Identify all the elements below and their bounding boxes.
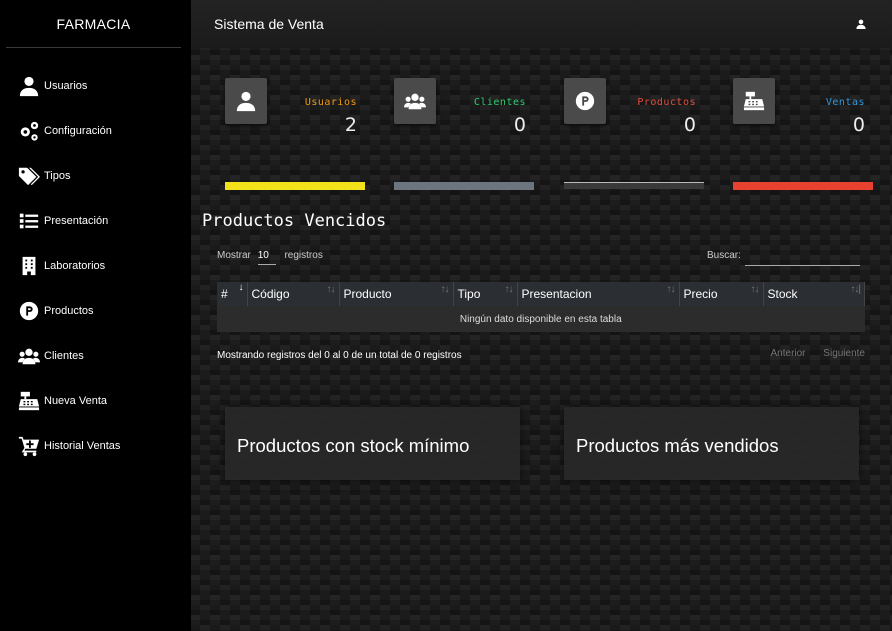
brand-logo[interactable]: FARMACIA <box>6 0 181 48</box>
length-label-pre: Mostrar <box>217 250 251 261</box>
sidebar-item-nueva-venta[interactable]: Nueva Venta <box>0 378 191 423</box>
table-length-control: Mostrar 10 registros <box>217 250 323 265</box>
table-info: Mostrando registros del 0 al 0 de un tot… <box>217 350 462 361</box>
card-productos[interactable]: Productos 0 <box>564 78 704 189</box>
sidebar-item-label: Laboratorios <box>44 259 106 272</box>
column-header-tipo[interactable]: Tipo ↑↓ <box>453 282 518 306</box>
user-icon <box>19 76 39 96</box>
building-icon <box>22 256 36 275</box>
sidebar-item-label: Tipos <box>44 169 71 182</box>
sidebar: FARMACIA Usuarios Configuración Tipos Pr… <box>0 0 191 631</box>
table-pagination: Anterior Siguiente <box>756 348 866 359</box>
sort-icon: ↑↓| <box>850 284 861 295</box>
card-icon-box <box>564 78 606 124</box>
sidebar-item-usuarios[interactable]: Usuarios <box>0 63 191 108</box>
tags-icon <box>18 167 40 185</box>
parking-icon <box>19 301 39 320</box>
sort-icon: ↑↓ <box>440 284 450 295</box>
sidebar-item-label: Configuración <box>44 124 112 137</box>
sidebar-item-clientes[interactable]: Clientes <box>0 333 191 378</box>
sidebar-item-laboratorios[interactable]: Laboratorios <box>0 243 191 288</box>
length-label-post: registros <box>284 250 323 261</box>
expired-products-table: # ↓ Código ↑↓ Producto ↑↓ Tipo ↑↓ Presentaci… <box>217 282 865 332</box>
sidebar-item-configuracion[interactable]: Configuración <box>0 108 191 153</box>
sort-icon: ↑↓ <box>326 284 336 295</box>
empty-table-message: Ningún dato disponible en esta tabla <box>217 306 865 332</box>
sidebar-item-presentacion[interactable]: Presentación <box>0 198 191 243</box>
sidebar-nav: Usuarios Configuración Tipos Presentació… <box>0 63 191 468</box>
sort-icon: ↑↓ <box>750 284 760 295</box>
sidebar-item-label: Usuarios <box>44 79 88 92</box>
card-title: Usuarios <box>304 97 357 108</box>
card-value: 0 <box>852 114 865 136</box>
parking-icon <box>575 91 595 111</box>
card-usuarios[interactable]: Usuarios 2 <box>225 78 365 190</box>
sidebar-item-label: Presentación <box>44 214 109 227</box>
column-header-number[interactable]: # ↓ <box>217 282 248 306</box>
header: Sistema de Venta <box>191 0 892 48</box>
sidebar-item-historial-ventas[interactable]: Historial Ventas <box>0 423 191 468</box>
card-bar <box>394 182 534 190</box>
card-title: Clientes <box>473 97 526 108</box>
sidebar-item-label: Clientes <box>44 349 84 362</box>
panel-title: Productos más vendidos <box>576 435 779 456</box>
sidebar-item-productos[interactable]: Productos <box>0 288 191 333</box>
card-bar <box>733 182 873 190</box>
table-search-control: Buscar: <box>707 250 860 266</box>
user-icon <box>236 91 256 112</box>
card-bar <box>564 182 704 189</box>
cart-plus-icon <box>18 436 40 456</box>
column-header-presentacion[interactable]: Presentacion ↑↓ <box>517 282 680 306</box>
table-header-row: # ↓ Código ↑↓ Producto ↑↓ Tipo ↑↓ Presentaci… <box>217 282 865 306</box>
card-clientes[interactable]: Clientes 0 <box>394 78 534 190</box>
column-header-codigo[interactable]: Código ↑↓ <box>247 282 340 306</box>
main-content: Usuarios 2 Clientes 0 Productos 0 Ventas… <box>191 48 892 631</box>
search-input[interactable] <box>744 250 860 266</box>
brand-text: FARMACIA <box>56 15 131 32</box>
users-icon <box>404 93 426 110</box>
card-value: 0 <box>513 114 526 136</box>
card-icon-box <box>394 78 436 124</box>
sidebar-item-label: Productos <box>44 304 94 317</box>
column-header-precio[interactable]: Precio ↑↓ <box>679 282 764 306</box>
panel-title: Productos con stock mínimo <box>237 435 470 456</box>
card-title: Ventas <box>825 97 865 108</box>
length-select[interactable]: 10 <box>257 250 276 265</box>
list-icon <box>19 213 39 228</box>
card-ventas[interactable]: Ventas 0 <box>733 78 873 190</box>
card-title: Productos <box>637 97 696 108</box>
column-header-stock[interactable]: Stock ↑↓| <box>763 282 865 306</box>
sort-icon: ↑↓ <box>666 284 676 295</box>
page-title: Sistema de Venta <box>214 16 324 32</box>
gears-icon <box>20 121 39 141</box>
panel-low-stock: Productos con stock mínimo <box>225 407 520 480</box>
cash-register-icon <box>743 91 765 111</box>
card-value: 0 <box>683 114 696 136</box>
sort-desc-icon: ↓ <box>238 282 244 293</box>
sidebar-item-tipos[interactable]: Tipos <box>0 153 191 198</box>
table-row: Ningún dato disponible en esta tabla <box>217 306 865 332</box>
card-icon-box <box>225 78 267 124</box>
search-label: Buscar: <box>707 250 741 261</box>
sidebar-item-label: Historial Ventas <box>44 439 121 452</box>
column-header-producto[interactable]: Producto ↑↓ <box>339 282 454 306</box>
cash-register-icon <box>18 391 40 410</box>
section-title-expired: Productos Vencidos <box>202 211 387 231</box>
sidebar-item-label: Nueva Venta <box>44 394 107 407</box>
panel-top-sold: Productos más vendidos <box>564 407 859 480</box>
user-icon <box>856 19 866 29</box>
card-icon-box <box>733 78 775 124</box>
users-icon <box>18 348 40 364</box>
card-value: 2 <box>344 114 357 136</box>
user-menu-button[interactable] <box>856 16 870 30</box>
pagination-previous-button[interactable]: Anterior <box>771 348 806 359</box>
card-bar <box>225 182 365 190</box>
pagination-next-button[interactable]: Siguiente <box>823 348 865 359</box>
sort-icon: ↑↓ <box>504 284 514 295</box>
